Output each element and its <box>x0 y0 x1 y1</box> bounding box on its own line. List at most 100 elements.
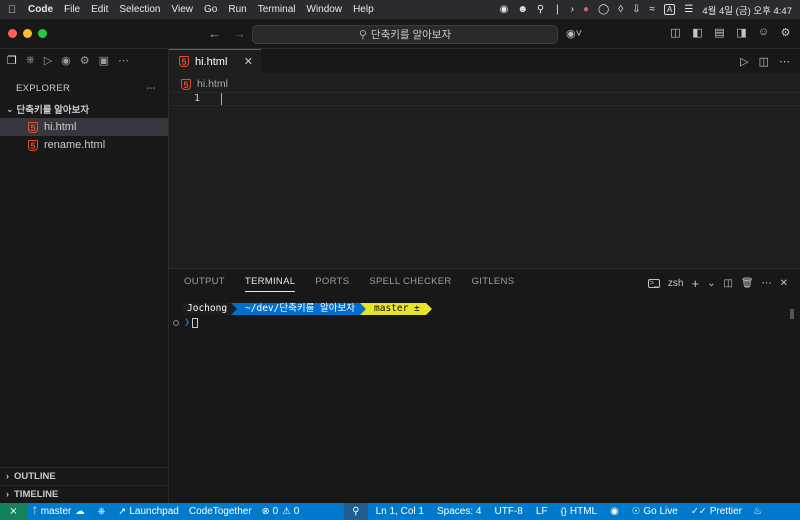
tab-output[interactable]: OUTPUT <box>184 276 225 292</box>
encoding-item[interactable]: UTF-8 <box>486 506 527 517</box>
search-icon[interactable]: ⚲ <box>537 4 544 15</box>
customize-layout-icon[interactable]: ◫ <box>669 26 682 39</box>
terminal-shell-label[interactable]: zsh <box>668 278 684 289</box>
go-live-item[interactable]: ☉ Go Live <box>624 506 683 517</box>
zoom-item[interactable]: ⚲ <box>344 503 368 520</box>
layers-icon[interactable]: ◊ <box>618 4 623 15</box>
graph-item[interactable]: ⎈ <box>93 506 114 517</box>
git-branch-item[interactable]: ᛏ master ☁ <box>27 506 93 517</box>
html5-file-icon: 5 <box>28 121 38 133</box>
headphones-icon[interactable]: ◯ <box>598 4 609 15</box>
terminal-scrollbar[interactable] <box>790 309 794 319</box>
outline-section[interactable]: › OUTLINE <box>0 467 169 484</box>
editor-tab-bar: 5 hi.html ✕ ▷ ◫ ⋯ <box>169 49 800 73</box>
command-center[interactable]: ⚲ 단축키를 알아보자 <box>252 25 558 44</box>
command-decoration-icon[interactable] <box>173 319 179 326</box>
prettier-item[interactable]: ✓✓ Prettier <box>683 506 747 517</box>
folder-label: 단축키를 알아보자 <box>16 105 90 116</box>
close-icon[interactable]: ✕ <box>780 278 788 289</box>
launchpad-item[interactable]: ➚ Launchpad <box>113 506 183 517</box>
trash-icon[interactable]: 🗑 <box>741 278 754 289</box>
new-terminal-icon[interactable]: + <box>691 276 699 291</box>
extensions-icon[interactable]: ⚙ <box>80 54 90 67</box>
more-actions-icon[interactable]: ⋯ <box>762 278 772 289</box>
editor-tab-hi-html[interactable]: 5 hi.html ✕ <box>169 49 261 73</box>
tab-ports[interactable]: PORTS <box>315 276 349 292</box>
tab-gitlens[interactable]: GITLENS <box>472 276 515 292</box>
current-line-highlight[interactable] <box>169 92 800 106</box>
close-icon[interactable]: ✕ <box>244 55 253 68</box>
split-editor-icon[interactable]: ◫ <box>759 55 769 68</box>
prompt-user: Jochong <box>183 303 232 315</box>
chevron-right-icon[interactable]: › <box>571 4 574 15</box>
copilot-icon[interactable]: ◉˅ <box>566 27 582 40</box>
more-actions-icon[interactable]: ⋯ <box>779 55 790 68</box>
zoom-icon: ⚲ <box>352 506 360 517</box>
bottom-panel: OUTPUT TERMINAL PORTS SPELL CHECKER GITL… <box>169 268 800 503</box>
chevron-down-icon[interactable]: ⌄ <box>707 278 715 289</box>
remote-indicator-icon[interactable]: ⨯ <box>0 503 27 520</box>
source-control-icon[interactable]: ⎈ <box>26 54 35 67</box>
cursor-position-item[interactable]: Ln 1, Col 1 <box>368 506 429 517</box>
menu-selection[interactable]: Selection <box>119 4 160 15</box>
divider-icon[interactable]: ❘ <box>553 4 561 15</box>
menu-terminal[interactable]: Terminal <box>258 4 296 15</box>
html5-file-icon: 5 <box>181 78 191 90</box>
control-center-icon[interactable]: ☰ <box>684 4 693 15</box>
codetogether-item[interactable]: CodeTogether <box>184 506 257 517</box>
eol-item[interactable]: LF <box>528 506 553 517</box>
menu-go[interactable]: Go <box>204 4 217 15</box>
notifications-item[interactable]: ♨ <box>747 506 767 517</box>
remote-explorer-icon[interactable]: ▣ <box>99 54 109 67</box>
toggle-secondary-sidebar-icon[interactable]: ◨ <box>735 26 748 39</box>
run-debug-icon[interactable]: ▷ <box>44 54 52 67</box>
terminal-cursor <box>192 317 199 328</box>
menu-help[interactable]: Help <box>353 4 374 15</box>
close-window-button[interactable] <box>8 29 17 38</box>
tab-spell-checker[interactable]: SPELL CHECKER <box>369 276 451 292</box>
wifi-icon[interactable]: ≈ <box>650 4 656 15</box>
split-terminal-icon[interactable]: ◫ <box>723 278 732 289</box>
menu-view[interactable]: View <box>172 4 194 15</box>
file-item-rename-html[interactable]: 5 rename.html <box>0 136 168 154</box>
forward-arrow-icon[interactable]: → <box>233 26 246 41</box>
explorer-icon[interactable]: ❐ <box>7 54 17 67</box>
notification-icon[interactable]: ● <box>583 4 589 15</box>
warning-icon: ⚠ <box>282 506 291 517</box>
menu-window[interactable]: Window <box>307 4 343 15</box>
indentation-item[interactable]: Spaces: 4 <box>429 506 486 517</box>
menu-run[interactable]: Run <box>228 4 246 15</box>
copilot-status-item[interactable]: ◉ <box>602 506 624 517</box>
github-icon[interactable]: ◉ <box>61 54 71 67</box>
toggle-primary-sidebar-icon[interactable]: ◧ <box>691 26 704 39</box>
timeline-section[interactable]: › TIMELINE <box>0 485 169 502</box>
problems-item[interactable]: ⊗ 0 ⚠ 0 <box>257 506 305 517</box>
more-views-icon[interactable]: ⋯ <box>118 54 129 67</box>
run-icon[interactable]: ▷ <box>740 55 748 68</box>
input-source-icon[interactable]: A <box>664 4 676 15</box>
language-mode-item[interactable]: {} HTML <box>553 506 603 517</box>
layout-controls: ◫ ◧ ▤ ◨ ☺ ⚙ <box>669 26 792 39</box>
record-icon[interactable]: ◉ <box>500 4 509 15</box>
workspace-folder[interactable]: ⌄ 단축키를 알아보자 <box>0 100 168 118</box>
settings-gear-icon[interactable]: ⚙ <box>779 26 792 39</box>
zoom-window-button[interactable] <box>38 29 47 38</box>
menu-edit[interactable]: Edit <box>91 4 108 15</box>
account-icon[interactable]: ☻ <box>517 4 528 15</box>
menu-bar-clock[interactable]: 4월 4일 (금) 오후 4:47 <box>702 3 792 17</box>
html5-file-icon: 5 <box>179 56 189 67</box>
menu-app-name[interactable]: Code <box>28 4 53 15</box>
accounts-icon[interactable]: ☺ <box>757 26 770 39</box>
download-icon[interactable]: ⇩ <box>632 4 640 15</box>
language-label: HTML <box>569 506 598 517</box>
more-actions-icon[interactable]: ⋯ <box>146 83 156 94</box>
tab-terminal[interactable]: TERMINAL <box>244 276 296 292</box>
breadcrumb[interactable]: 5 hi.html <box>181 76 228 92</box>
text-cursor <box>221 93 222 105</box>
apple-icon[interactable]:  <box>8 4 22 16</box>
toggle-panel-icon[interactable]: ▤ <box>713 26 726 39</box>
menu-file[interactable]: File <box>64 4 80 15</box>
file-item-hi-html[interactable]: 5 hi.html <box>0 118 168 136</box>
back-arrow-icon[interactable]: ← <box>208 26 221 41</box>
minimize-window-button[interactable] <box>23 29 32 38</box>
